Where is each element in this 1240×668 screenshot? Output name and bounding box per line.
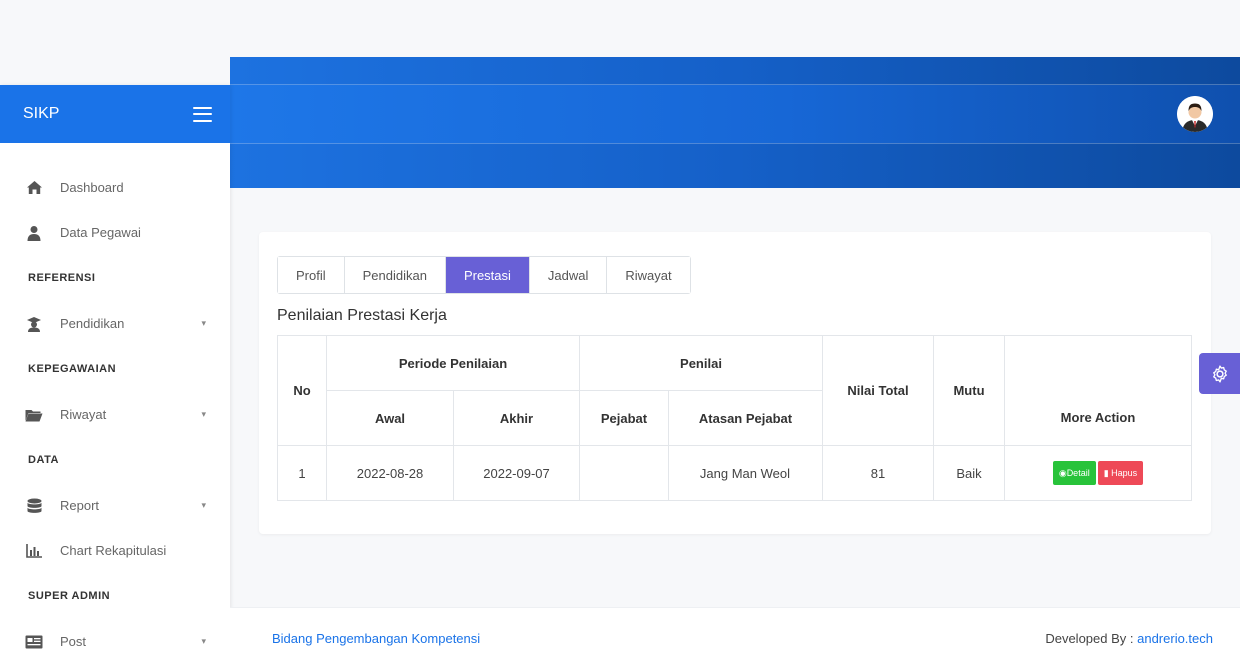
cell-nilai-total: 81 [822,445,934,501]
footer: Bidang Pengembangan Kompetensi Developed… [230,607,1240,668]
detail-label: Detail [1066,468,1090,478]
detail-button[interactable]: ◉Detail [1052,461,1096,485]
header-mutu: Mutu [933,335,1005,446]
header-akhir: Akhir [453,390,580,446]
prestasi-table: No Periode Penilaian Penilai Nilai Total… [277,335,1192,501]
sidebar-heading-referensi: REFERENSI [28,272,96,284]
user-icon [25,224,43,242]
cell-mutu: Baik [933,445,1005,501]
sidebar-item-label: Riwayat [60,407,107,422]
tab-pendidikan[interactable]: Pendidikan [344,257,446,293]
sidebar-item-data-pegawai[interactable]: Data Pegawai [0,210,230,255]
section-title: Penilaian Prestasi Kerja [277,307,447,324]
newspaper-icon [25,633,43,651]
cell-actions: ◉Detail ▮ Hapus [1004,445,1192,501]
hapus-label: Hapus [1111,468,1138,478]
caret-down-icon: ▾ [201,636,206,646]
sidebar-item-label: Pendidikan [60,316,125,331]
tab-riwayat[interactable]: Riwayat [607,257,690,293]
top-navbar [230,85,1240,143]
gear-icon [1212,364,1227,383]
cell-awal: 2022-08-28 [326,445,454,501]
sidebar-item-riwayat[interactable]: Riwayat ▾ [0,392,230,437]
sidebar-item-label: Chart Rekapitulasi [60,543,167,558]
folder-icon [25,406,43,424]
cell-no: 1 [277,445,327,501]
brand-name: SIKP [23,105,60,122]
home-icon [25,179,43,197]
hamburger-menu-icon[interactable] [193,106,212,122]
tab-prestasi[interactable]: Prestasi [445,257,530,293]
sidebar-item-pendidikan[interactable]: Pendidikan ▾ [0,301,230,346]
sidebar-item-post[interactable]: Post ▾ [0,619,230,664]
sidebar-item-dashboard[interactable]: Dashboard [0,165,230,210]
sidebar-item-chart-rekapitulasi[interactable]: Chart Rekapitulasi [0,528,230,573]
sidebar-item-label: Post [60,634,87,649]
content-card: Profil Pendidikan Prestasi Jadwal Riwayat Pe… [259,232,1211,534]
brand-bar: SIKP [0,85,230,143]
table-row: 1 2022-08-28 2022-09-07 Jang Man Weol 81 Baik… [277,445,1192,501]
footer-credit: Developed By : andrerio.tech [1045,631,1213,646]
caret-down-icon: ▾ [201,318,206,328]
caret-down-icon: ▾ [201,500,206,510]
user-avatar[interactable] [1177,96,1213,132]
tab-jadwal[interactable]: Jadwal [529,257,608,293]
sidebar-heading-kepegawaian: KEPEGAWAIAN [28,363,117,375]
tab-profil[interactable]: Profil [278,257,345,293]
graduate-icon [25,315,43,333]
sidebar-item-label: Dashboard [60,180,124,195]
database-icon [25,497,43,515]
caret-down-icon: ▾ [201,409,206,419]
sidebar-item-report[interactable]: Report ▾ [0,483,230,528]
sidebar-item-label: Data Pegawai [60,225,141,240]
sidebar: SIKP Dashboard Data Pegawai REFERENSI Pendi… [0,85,230,668]
header-more-action: More Action [1004,390,1192,446]
header-no: No [277,335,327,446]
chart-icon [25,542,43,560]
header-nilai-total: Nilai Total [822,335,934,446]
cell-akhir: 2022-09-07 [453,445,580,501]
footer-org: Bidang Pengembangan Kompetensi [272,630,481,646]
sidebar-menu: Dashboard Data Pegawai REFERENSI Pendidikan… [0,143,230,664]
header-more-action-top [1004,335,1192,391]
sidebar-heading-data: DATA [28,454,59,466]
footer-credit-link[interactable]: andrerio.tech [1137,631,1213,646]
cell-pejabat [579,445,669,501]
header-penilai: Penilai [579,335,823,391]
header-pejabat: Pejabat [579,390,669,446]
cell-atasan-pejabat: Jang Man Weol [668,445,823,501]
avatar-icon [1177,96,1213,132]
footer-credit-prefix: Developed By : [1045,630,1138,646]
header-atasan-pejabat: Atasan Pejabat [668,390,823,446]
hapus-button[interactable]: ▮ Hapus [1097,461,1144,485]
header-awal: Awal [326,390,454,446]
header-periode: Periode Penilaian [326,335,580,391]
eye-icon: ◉ [1058,468,1067,478]
sidebar-item-label: Report [60,498,100,513]
tab-bar: Profil Pendidikan Prestasi Jadwal Riwayat [277,256,691,294]
sidebar-heading-super-admin: SUPER ADMIN [28,590,111,602]
settings-button[interactable] [1199,353,1240,394]
